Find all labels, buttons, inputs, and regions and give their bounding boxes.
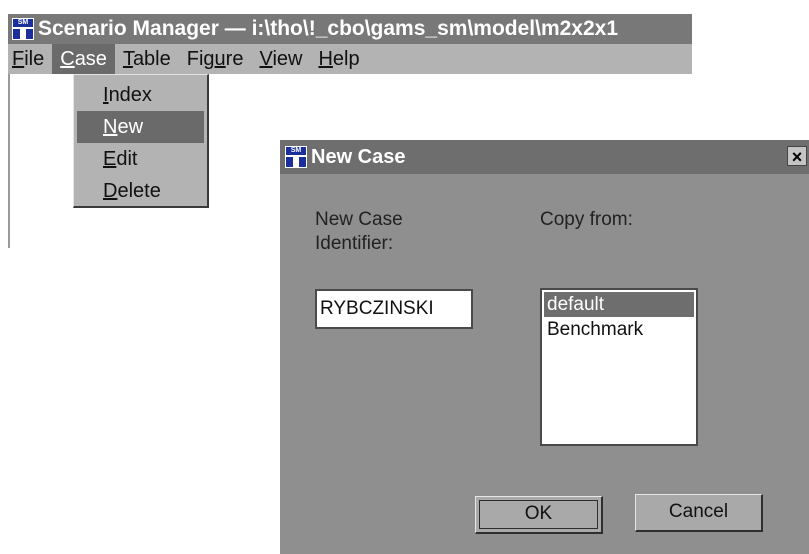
window-title: Scenario Manager — i:\tho\!_cbo\gams_sm\… <box>38 17 619 40</box>
screen: SM Scenario Manager — i:\tho\!_cbo\gams_… <box>0 0 809 554</box>
menu-view[interactable]: View <box>251 44 310 74</box>
menu-bar: File Case Table Figure View Help <box>8 44 692 74</box>
case-menu-index[interactable]: Index <box>77 79 204 111</box>
case-menu-dropdown: Index New Edit Delete <box>73 74 209 208</box>
dialog-title: New Case <box>311 145 406 168</box>
menu-case[interactable]: Case <box>52 44 115 74</box>
case-menu-edit[interactable]: Edit <box>77 143 204 175</box>
menu-help[interactable]: Help <box>310 44 367 74</box>
main-title-bar[interactable]: SM Scenario Manager — i:\tho\!_cbo\gams_… <box>8 14 692 44</box>
case-menu-new[interactable]: New <box>77 111 204 143</box>
menu-file[interactable]: File <box>8 44 52 74</box>
new-case-identifier-input[interactable] <box>315 289 473 329</box>
window-border <box>8 74 10 248</box>
copy-from-label: Copy from: <box>540 209 633 230</box>
menu-table[interactable]: Table <box>115 44 179 74</box>
menu-figure[interactable]: Figure <box>179 44 252 74</box>
list-item[interactable]: default <box>544 292 694 317</box>
dialog-title-bar[interactable]: SM New Case × <box>280 140 809 174</box>
case-menu-delete[interactable]: Delete <box>77 175 204 207</box>
scenario-manager-icon: SM <box>12 18 34 40</box>
copy-from-listbox[interactable]: default Benchmark <box>540 288 698 446</box>
list-item[interactable]: Benchmark <box>544 317 694 342</box>
new-case-dialog: SM New Case × New Case Identifier: Copy … <box>280 140 809 554</box>
ok-button[interactable]: OK <box>475 496 603 534</box>
scenario-manager-icon: SM <box>285 146 307 168</box>
new-case-identifier-label: New Case Identifier: <box>315 209 403 254</box>
close-icon[interactable]: × <box>787 146 807 167</box>
cancel-button[interactable]: Cancel <box>635 494 763 532</box>
